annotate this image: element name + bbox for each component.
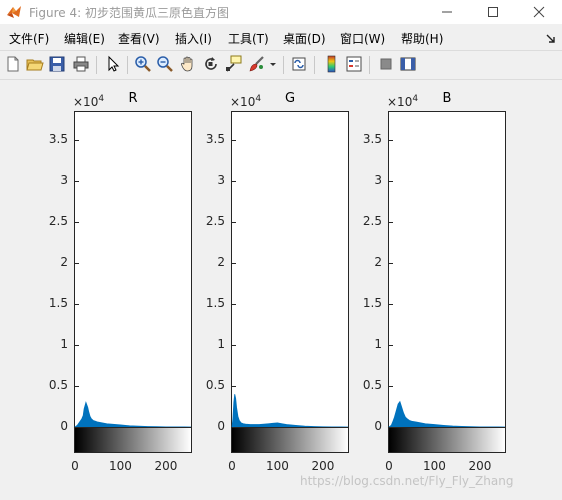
x-tick-label: 100 xyxy=(109,459,132,473)
menu-file[interactable]: 文件(F) xyxy=(9,30,49,47)
open-file-icon[interactable] xyxy=(26,55,44,73)
minimize-button[interactable] xyxy=(424,0,470,24)
y-tick-label: 3.5 xyxy=(362,132,382,146)
axis-exponent-label: ×104 xyxy=(230,94,262,109)
y-tick-label: 3 xyxy=(374,173,382,187)
toolbar-separator xyxy=(283,56,284,74)
y-tick-label: 2 xyxy=(374,255,382,269)
legend-icon[interactable] xyxy=(345,55,363,73)
y-tick-label: 0.5 xyxy=(362,378,382,392)
zoom-out-icon[interactable] xyxy=(156,55,174,73)
y-tick-label: 3.5 xyxy=(48,132,68,146)
y-tick-label: 1 xyxy=(217,337,225,351)
panel-title: R xyxy=(128,91,138,106)
x-tick-label: 100 xyxy=(266,459,289,473)
minimize-icon xyxy=(442,11,452,13)
axis-exponent-label: ×104 xyxy=(73,94,105,109)
toolbar-separator xyxy=(96,56,97,74)
grayscale-bar xyxy=(74,427,192,453)
y-tick-label: 2.5 xyxy=(362,214,382,228)
title-bar: Figure 4: 初步范围黄瓜三原色直方图 xyxy=(0,0,562,24)
new-figure-icon[interactable] xyxy=(4,55,22,73)
colorbar-icon[interactable] xyxy=(323,55,341,73)
axis-exponent-label: ×104 xyxy=(387,94,419,109)
x-tick-label: 0 xyxy=(385,459,393,473)
y-tick-label: 1 xyxy=(374,337,382,351)
x-tick-label: 200 xyxy=(311,459,335,473)
dropdown-arrow-icon[interactable] xyxy=(268,55,278,73)
y-tick-label: 2 xyxy=(60,255,68,269)
figure-window: Figure 4: 初步范围黄瓜三原色直方图 文件(F) 编辑(E) 查看(V)… xyxy=(0,0,562,500)
y-tick-label: 2.5 xyxy=(205,214,225,228)
x-tick-label: 0 xyxy=(228,459,236,473)
figure-canvas: ×104 R 0 0.5 1 1.5 2 2.5 3 3.5 0 100 200 ×104 G 0 0.5 1 1… xyxy=(0,80,562,500)
histogram-plot xyxy=(231,394,349,428)
toolbar-separator xyxy=(314,56,315,74)
y-tick-label: 0 xyxy=(60,419,68,433)
histogram-plot xyxy=(73,401,192,428)
y-tick-label: 1.5 xyxy=(362,296,382,310)
menu-desktop[interactable]: 桌面(D) xyxy=(283,30,326,47)
link-plot-icon[interactable] xyxy=(290,55,308,73)
histogram-series xyxy=(387,400,506,428)
x-tick-label: 200 xyxy=(154,459,178,473)
rotate-3d-icon[interactable] xyxy=(202,55,220,73)
menu-insert[interactable]: 插入(I) xyxy=(175,30,212,47)
data-cursor-icon[interactable] xyxy=(225,55,243,73)
y-tick-label: 1.5 xyxy=(205,296,225,310)
figure-toolbar xyxy=(0,52,562,78)
menu-window[interactable]: 窗口(W) xyxy=(340,30,385,47)
menu-edit[interactable]: 编辑(E) xyxy=(64,30,105,47)
hide-plot-tools-icon[interactable] xyxy=(377,55,395,73)
y-tick-label: 1.5 xyxy=(48,296,68,310)
y-tick-label: 0 xyxy=(217,419,225,433)
panel-title: B xyxy=(442,91,452,106)
y-tick-label: 0.5 xyxy=(48,378,68,392)
y-tick-label: 3 xyxy=(217,173,225,187)
pointer-icon[interactable] xyxy=(104,55,122,73)
y-tick-label: 3 xyxy=(60,173,68,187)
window-title: Figure 4: 初步范围黄瓜三原色直方图 xyxy=(29,6,229,20)
menu-tools[interactable]: 工具(T) xyxy=(228,30,269,47)
dock-arrow-icon[interactable] xyxy=(545,30,557,43)
histogram-series xyxy=(231,394,349,428)
save-icon[interactable] xyxy=(48,55,66,73)
x-tick-label: 0 xyxy=(71,459,79,473)
brush-icon[interactable] xyxy=(248,55,266,73)
histogram-series xyxy=(73,401,192,428)
y-tick-label: 2 xyxy=(217,255,225,269)
y-tick-label: 2.5 xyxy=(48,214,68,228)
toolbar-separator xyxy=(127,56,128,74)
panel-title: G xyxy=(284,91,296,106)
pan-icon[interactable] xyxy=(179,55,197,73)
menu-view[interactable]: 查看(V) xyxy=(118,30,160,47)
x-tick-label: 200 xyxy=(468,459,492,473)
y-tick-label: 1 xyxy=(60,337,68,351)
watermark: https://blog.csdn.net/Fly_Fly_Zhang xyxy=(300,474,514,488)
y-tick-label: 3.5 xyxy=(205,132,225,146)
histogram-plot xyxy=(387,400,506,428)
print-icon[interactable] xyxy=(72,55,90,73)
close-icon xyxy=(533,6,545,18)
menu-separator xyxy=(0,50,562,51)
toolbar-separator xyxy=(369,56,370,74)
y-tick-label: 0 xyxy=(374,419,382,433)
show-plot-tools-icon[interactable] xyxy=(399,55,417,73)
menu-bar: 文件(F) 编辑(E) 查看(V) 插入(I) 工具(T) 桌面(D) 窗口(W… xyxy=(0,28,562,48)
maximize-icon xyxy=(488,7,498,17)
grayscale-bar xyxy=(231,427,349,453)
maximize-button[interactable] xyxy=(470,0,516,24)
menu-help[interactable]: 帮助(H) xyxy=(401,30,443,47)
x-tick-label: 100 xyxy=(423,459,446,473)
y-tick-label: 0.5 xyxy=(205,378,225,392)
zoom-in-icon[interactable] xyxy=(134,55,152,73)
grayscale-bar xyxy=(388,427,506,453)
matlab-logo-icon xyxy=(6,4,22,20)
close-button[interactable] xyxy=(516,0,562,24)
